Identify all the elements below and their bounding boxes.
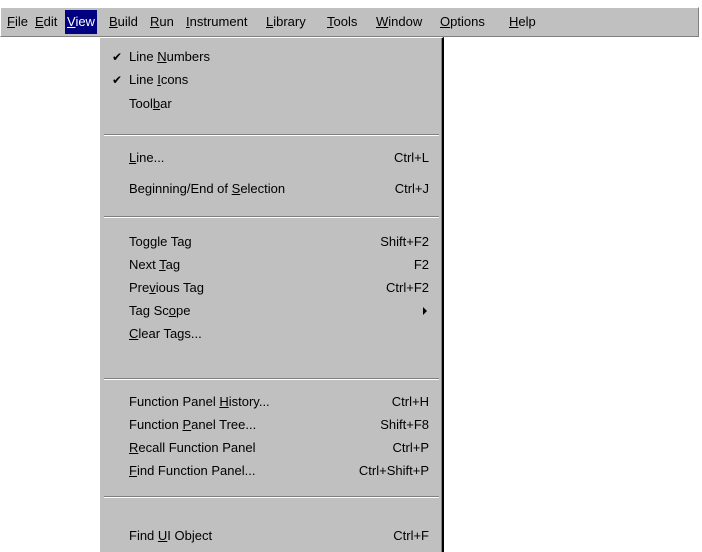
menu-separator: [104, 496, 439, 498]
submenu-arrow-icon: [423, 307, 427, 315]
shortcut-label: Shift+F2: [380, 234, 429, 249]
menu-separator: [104, 378, 439, 380]
menu-item-recall-function-panel[interactable]: Recall Function Panel Ctrl+P: [100, 437, 443, 459]
menu-help[interactable]: Help: [507, 10, 538, 34]
menu-item-toggle-tag[interactable]: Toggle Tag Shift+F2: [100, 231, 443, 253]
menu-bar: File Edit View Build Run Instrument Libr…: [0, 7, 699, 37]
menu-edit[interactable]: Edit: [33, 10, 59, 34]
menu-item-toolbar[interactable]: Toolbar: [100, 93, 443, 115]
menu-item-line[interactable]: Line... Ctrl+L: [100, 147, 443, 169]
shortcut-label: Ctrl+H: [391, 394, 429, 409]
menu-file[interactable]: File: [5, 10, 30, 34]
shortcut-label: F2: [413, 257, 429, 272]
menu-item-next-tag[interactable]: Next Tag F2: [100, 254, 443, 276]
menu-library[interactable]: Library: [264, 10, 308, 34]
menu-view[interactable]: View: [65, 10, 97, 34]
menu-window[interactable]: Window: [374, 10, 424, 34]
checkmark-icon: ✔: [112, 50, 123, 64]
shortcut-label: Ctrl+F: [393, 528, 429, 543]
menu-item-tag-scope[interactable]: Tag Scope: [100, 300, 443, 322]
menu-run[interactable]: Run: [148, 10, 176, 34]
checkmark-icon: ✔: [112, 73, 123, 87]
menu-item-clear-tags[interactable]: Clear Tags...: [100, 323, 443, 345]
menu-item-find-ui-object[interactable]: Find UI Object Ctrl+F: [100, 525, 443, 547]
shortcut-label: Ctrl+J: [394, 181, 429, 196]
menu-build[interactable]: Build: [107, 10, 140, 34]
shortcut-label: Ctrl+L: [393, 150, 429, 165]
menu-item-function-panel-history[interactable]: Function Panel History... Ctrl+H: [100, 391, 443, 413]
menu-instrument[interactable]: Instrument: [184, 10, 249, 34]
menu-item-previous-tag[interactable]: Previous Tag Ctrl+F2: [100, 277, 443, 299]
menu-item-line-icons[interactable]: ✔ Line Icons: [100, 69, 443, 91]
menu-separator: [104, 134, 439, 136]
shortcut-label: Shift+F8: [380, 417, 429, 432]
view-menu-dropdown: ✔ Line Numbers ✔ Line Icons Toolbar Line…: [99, 37, 444, 552]
menu-item-line-numbers[interactable]: ✔ Line Numbers: [100, 46, 443, 68]
menu-item-find-function-panel[interactable]: Find Function Panel... Ctrl+Shift+P: [100, 460, 443, 482]
shortcut-label: Ctrl+P: [392, 440, 429, 455]
menu-item-function-panel-tree[interactable]: Function Panel Tree... Shift+F8: [100, 414, 443, 436]
shortcut-label: Ctrl+Shift+P: [358, 463, 429, 478]
shortcut-label: Ctrl+F2: [386, 280, 429, 295]
menu-options[interactable]: Options: [438, 10, 487, 34]
menu-item-beginning-end-of-selection[interactable]: Beginning/End of Selection Ctrl+J: [100, 178, 443, 200]
menu-tools[interactable]: Tools: [325, 10, 359, 34]
menu-separator: [104, 216, 439, 218]
